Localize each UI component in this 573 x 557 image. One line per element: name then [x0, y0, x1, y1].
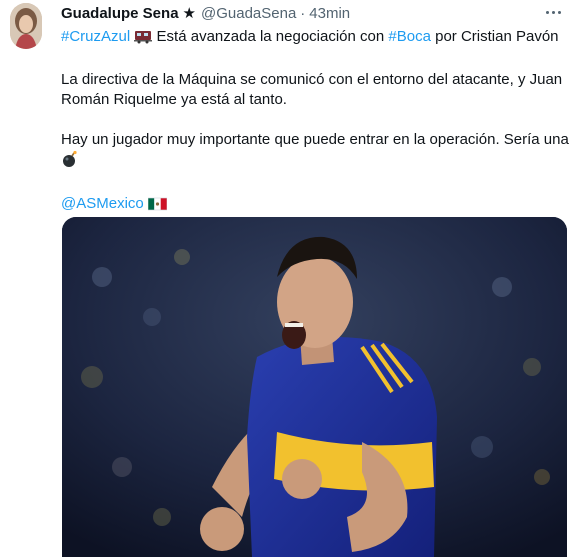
more-options-icon[interactable]: [541, 2, 565, 22]
mention-line: @ASMexico: [61, 194, 561, 217]
tweet-timestamp[interactable]: 43min: [309, 5, 350, 22]
tweet-paragraph-2-line-2: Román Riquelme ya está al tanto.: [61, 91, 287, 108]
tweet-text: #CruzAzul Está avanzada la negociación c…: [61, 27, 569, 217]
tweet-paragraph-2-line-1: La directiva de la Máquina se comunicó c…: [61, 71, 563, 88]
separator-dot: ·: [300, 5, 306, 22]
tweet-header: Guadalupe Sena ★ @GuadaSena · 43min: [61, 4, 350, 24]
hashtag-boca[interactable]: #Boca: [388, 28, 431, 45]
bomb-emoji-line: [61, 150, 561, 174]
star-icon: ★: [182, 5, 196, 22]
author-display-name[interactable]: Guadalupe Sena: [61, 5, 179, 22]
hashtag-cruzazul[interactable]: #CruzAzul: [61, 28, 130, 45]
tweet-line-1-text: Está avanzada la negociación con: [156, 28, 385, 45]
mention-asmexico[interactable]: @ASMexico: [61, 195, 144, 212]
tweet-line-1-tail: por Cristian Pavón: [435, 28, 559, 45]
mexico-flag-icon: [147, 197, 168, 217]
tweet-line-1: #CruzAzul Está avanzada la negociación c…: [61, 27, 561, 50]
avatar[interactable]: [10, 3, 42, 49]
tweet: Guadalupe Sena ★ @GuadaSena · 43min #Cru…: [0, 0, 573, 557]
tweet-paragraph-3-line-1: Hay un jugador muy importante que puede …: [61, 131, 569, 148]
tweet-photo[interactable]: [62, 217, 567, 557]
author-handle[interactable]: @GuadaSena: [201, 5, 296, 22]
bomb-emoji-icon: [61, 150, 79, 174]
train-emoji-icon: [134, 28, 153, 50]
